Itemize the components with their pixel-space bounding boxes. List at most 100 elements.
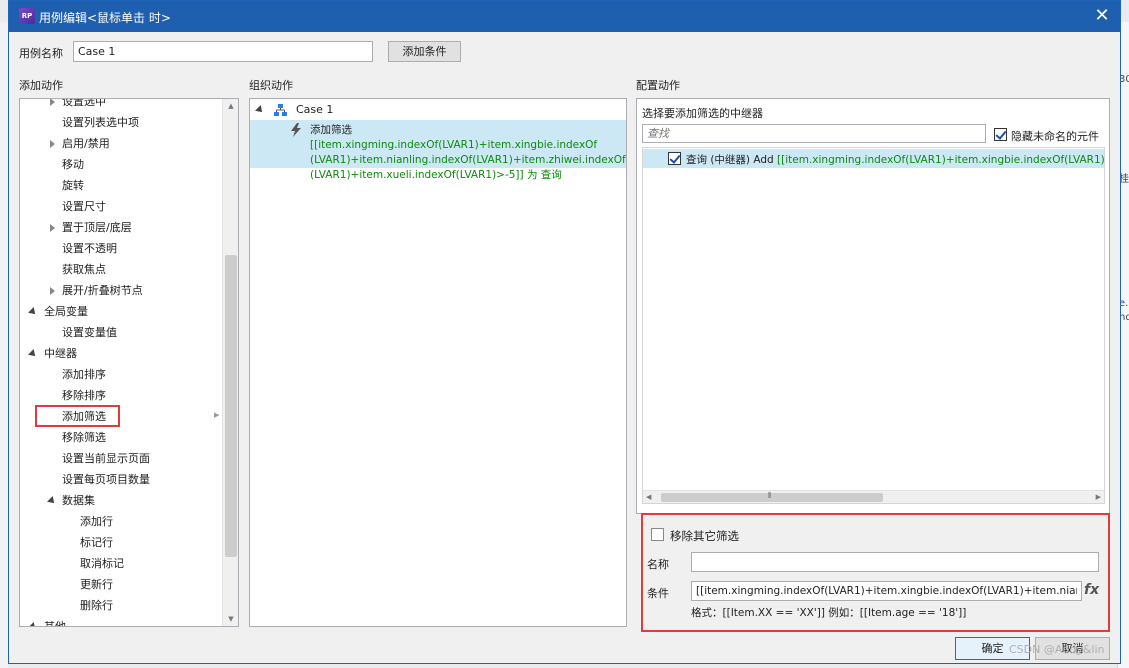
action-expression-line: (LVAR1)+item.nianling.indexOf(LVAR1)+ite… — [310, 154, 626, 166]
hide-unnamed-label: 隐藏未命名的元件 — [1011, 130, 1099, 143]
tree-item-label: 设置变量值 — [62, 326, 117, 339]
repeater-item-checkbox[interactable] — [668, 152, 681, 165]
tree-item[interactable]: 设置列表选中项 — [20, 113, 220, 133]
action-expression-line: (LVAR1)+item.xueli.indexOf(LVAR1)>-5]] 为… — [310, 169, 562, 181]
highlight-box-filter-settings — [641, 513, 1110, 632]
triangle-right-icon — [49, 99, 55, 106]
tree-item-label: 移动 — [62, 158, 84, 171]
tree-item-label: 其他 — [44, 620, 66, 627]
collapse-icon[interactable] — [28, 302, 38, 322]
triangle-right-icon — [49, 287, 55, 295]
tree-item-label: 设置选中 — [62, 98, 106, 108]
tree-item[interactable]: 其他 — [20, 617, 220, 627]
collapse-icon[interactable] — [47, 491, 57, 511]
tree-item-label: 添加排序 — [62, 368, 106, 381]
collapse-arrow-icon[interactable]: ▶ — [214, 411, 219, 419]
tree-item[interactable]: 设置选中 — [20, 98, 220, 112]
tree-item[interactable]: 添加排序 — [20, 365, 220, 385]
triangle-down-icon — [28, 622, 38, 626]
title-bar[interactable]: RP 用例编辑<鼠标单击 时> ✕ — [9, 1, 1120, 32]
collapse-icon[interactable] — [28, 344, 38, 364]
hide-unnamed-checkbox[interactable] — [994, 128, 1007, 141]
case-node[interactable]: Case 1 — [255, 100, 333, 120]
add-condition-button[interactable]: 添加条件 — [388, 41, 461, 62]
tree-item[interactable]: 更新行 — [20, 575, 220, 595]
tree-item[interactable]: 置于顶层/底层 — [20, 218, 220, 238]
organize-action-panel: Case 1 添加筛选 [[item.xingming.indexOf(LVAR… — [249, 98, 627, 627]
tree-item[interactable]: 设置当前显示页面 — [20, 449, 220, 469]
watermark: CSDN @Andy&lin — [1009, 643, 1105, 656]
action-tree-panel: 设置选中设置列表选中项 启用/禁用移动旋转设置尺寸置于顶层/底层设置不透明 获取焦点… — [19, 98, 239, 627]
tree-item-label: 添加行 — [80, 515, 113, 528]
tree-item[interactable]: 移除筛选 — [20, 428, 220, 448]
scroll-thumb[interactable] — [661, 493, 883, 502]
tree-item[interactable]: 设置尺寸 — [20, 197, 220, 217]
case-editor-dialog: RP 用例编辑<鼠标单击 时> ✕ 用例名称 添加条件 添加动作 组织动作 配置… — [8, 0, 1121, 664]
organize-action-header: 组织动作 — [249, 79, 293, 92]
select-repeater-label: 选择要添加筛选的中继器 — [642, 107, 763, 120]
tree-item-label: 标记行 — [80, 536, 113, 549]
tree-item[interactable]: 设置每页项目数量 — [20, 470, 220, 490]
tree-item[interactable]: 中继器 — [20, 344, 220, 364]
tree-item[interactable]: 移动 — [20, 155, 220, 175]
tree-item-label: 更新行 — [80, 578, 113, 591]
collapse-icon[interactable] — [255, 105, 265, 115]
tree-item[interactable]: 数据集 — [20, 491, 220, 511]
tree-item-label: 启用/禁用 — [62, 137, 110, 150]
tree-item[interactable]: 设置变量值 — [20, 323, 220, 343]
tree-item-label: 移除排序 — [62, 389, 106, 402]
background-left-column — [0, 22, 8, 668]
axure-logo-icon: RP — [19, 8, 35, 24]
case-name-label: 用例名称 — [19, 47, 63, 60]
tree-item[interactable]: 展开/折叠树节点 — [20, 281, 220, 301]
action-text: 添加筛选 [[item.xingming.indexOf(LVAR1)+item… — [310, 123, 626, 183]
tree-item-label: 置于顶层/底层 — [62, 221, 132, 234]
configure-action-header: 配置动作 — [636, 79, 680, 92]
search-input[interactable] — [642, 124, 986, 143]
expand-icon[interactable] — [47, 218, 57, 238]
dialog-title: 用例编辑<鼠标单击 时> — [39, 11, 171, 25]
repeater-item-expression: [[item.xingming.indexOf(LVAR1)+item.xing… — [777, 154, 1105, 166]
horizontal-scrollbar[interactable]: ◀ ⦀ ▶ — [643, 490, 1104, 503]
tree-item[interactable]: 移除排序 — [20, 386, 220, 406]
tree-item[interactable]: 添加行 — [20, 512, 220, 532]
repeater-item-text: 查询 (中继器) Add [[item.xingming.indexOf(LVA… — [686, 152, 1105, 167]
expand-icon[interactable] — [47, 281, 57, 301]
tree-item-label: 删除行 — [80, 599, 113, 612]
collapse-icon[interactable] — [28, 617, 38, 626]
scroll-down-icon[interactable]: ▼ — [223, 615, 238, 623]
tree-item[interactable]: 设置不透明 — [20, 239, 220, 259]
triangle-right-icon — [49, 140, 55, 148]
scroll-right-icon[interactable]: ▶ — [1096, 493, 1101, 501]
scroll-grip-icon: ⦀ — [768, 491, 772, 500]
tree-item[interactable]: 启用/禁用 — [20, 134, 220, 154]
tree-item[interactable]: 旋转 — [20, 176, 220, 196]
tree-vertical-scrollbar[interactable]: ▲ ▼ — [222, 99, 238, 626]
scroll-left-icon[interactable]: ◀ — [646, 493, 651, 501]
case-tree-icon — [273, 104, 287, 116]
tree-item[interactable]: 添加筛选 — [20, 405, 220, 427]
tree-item[interactable]: 取消标记 — [20, 554, 220, 574]
scroll-thumb[interactable] — [225, 255, 237, 557]
lightning-icon — [291, 123, 301, 137]
triangle-down-icon — [28, 307, 38, 317]
expand-icon[interactable] — [47, 99, 57, 112]
case-name-input[interactable] — [73, 41, 373, 62]
highlight-box-add-filter — [35, 405, 120, 427]
expand-icon[interactable] — [47, 134, 57, 154]
scroll-up-icon[interactable]: ▲ — [223, 102, 238, 110]
tree-item-label: 旋转 — [62, 179, 84, 192]
tree-item[interactable]: 标记行 — [20, 533, 220, 553]
tree-item-label: 数据集 — [62, 494, 95, 507]
action-prefix: 添加筛选 — [310, 124, 352, 136]
tree-item-label: 设置列表选中项 — [62, 116, 139, 129]
triangle-right-icon — [49, 224, 55, 232]
tree-item[interactable]: 删除行 — [20, 596, 220, 616]
tree-item[interactable]: 获取焦点 — [20, 260, 220, 280]
repeater-item-label: 查询 (中继器) Add — [686, 154, 774, 166]
tree-item[interactable]: 全局变量 — [20, 302, 220, 322]
close-icon[interactable]: ✕ — [1092, 5, 1112, 26]
tree-item-label: 设置尺寸 — [62, 200, 106, 213]
tree-item-label: 设置每页项目数量 — [62, 473, 150, 486]
tree-item-label: 中继器 — [44, 347, 77, 360]
